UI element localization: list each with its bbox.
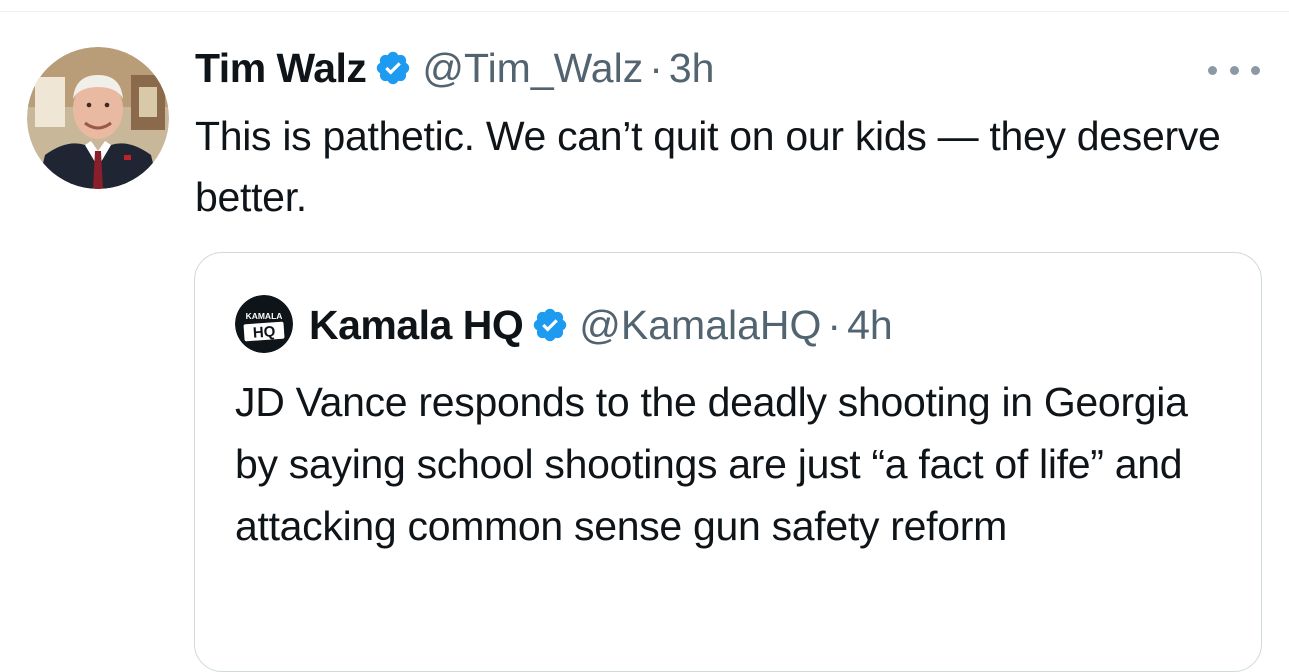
tweet-header: Tim Walz @Tim_Walz · 3h [195,40,714,96]
author-avatar[interactable] [27,47,169,189]
tweet-timestamp[interactable]: 3h [669,45,715,92]
more-dot [1229,65,1239,75]
more-dot [1208,65,1217,75]
quote-timestamp[interactable]: 4h [847,302,893,349]
dot-separator: · [649,44,663,91]
svg-text:HQ: HQ [252,323,276,342]
profile-photo-icon [27,47,169,189]
author-handle[interactable]: @Tim_Walz [422,45,643,92]
tweet-text: This is pathetic. We can’t quit on our k… [195,113,1221,220]
dot-separator: · [827,301,842,348]
quote-header: Kamala HQ @KamalaHQ · 4h [309,297,893,353]
quote-author-avatar[interactable]: KAMALA HQ [235,295,293,353]
verified-badge-icon[interactable] [374,49,412,87]
top-divider [0,11,1289,12]
quoted-tweet-card[interactable]: KAMALA HQ Kamala HQ @KamalaHQ · 4h JD Va… [194,252,1262,672]
more-options-icon[interactable] [1208,58,1260,82]
quote-author-handle[interactable]: @KamalaHQ [579,302,821,349]
more-dot [1251,65,1260,75]
quote-text: JD Vance responds to the deadly shooting… [235,379,1188,549]
quote-author-name[interactable]: Kamala HQ [309,302,524,349]
author-name[interactable]: Tim Walz [195,45,367,92]
kamala-hq-logo-icon: KAMALA HQ [235,295,293,353]
verified-badge-icon[interactable] [531,306,569,344]
svg-text:KAMALA: KAMALA [246,311,283,321]
